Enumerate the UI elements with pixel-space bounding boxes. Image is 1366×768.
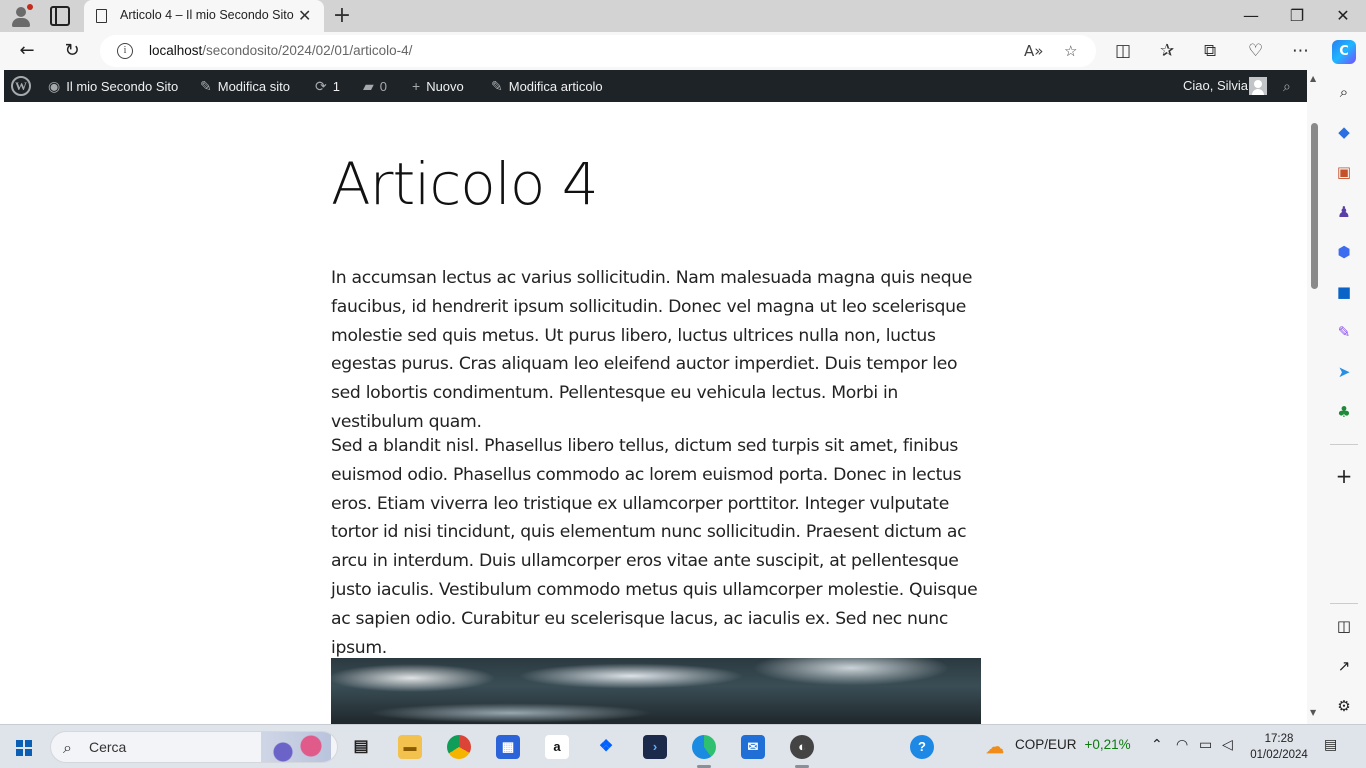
terminal-icon[interactable]: › <box>643 735 667 759</box>
active-tab[interactable]: Articolo 4 – Il mio Secondo Sito ✕ <box>84 0 324 32</box>
profile-icon[interactable] <box>9 4 33 28</box>
file-explorer-icon[interactable]: ▬ <box>398 735 422 759</box>
favorite-star-icon[interactable]: ☆ <box>1064 42 1077 60</box>
windows-start-icon[interactable] <box>16 740 32 756</box>
post-title: Articolo 4 <box>331 150 599 218</box>
admin-customize[interactable]: ✎ Modifica sito <box>200 70 290 102</box>
task-view-icon[interactable]: ▤ <box>349 735 373 759</box>
refresh-button[interactable]: ↻ <box>61 40 83 62</box>
store-icon[interactable]: ▦ <box>496 735 520 759</box>
market-ticker[interactable]: COP/EUR +0,21% <box>1015 737 1131 752</box>
amazon-icon[interactable]: a <box>545 735 569 759</box>
microsoft-365-icon[interactable]: ⬢ <box>1334 242 1354 262</box>
browser-toolbar: ← ↻ i localhost/secondosito/2024/02/01/a… <box>0 32 1366 70</box>
shopping-tag-icon[interactable]: ◆ <box>1334 122 1354 142</box>
sidebar-divider <box>1330 444 1358 445</box>
restore-button[interactable]: ❐ <box>1274 4 1320 28</box>
designer-icon[interactable]: ✎ <box>1334 322 1354 342</box>
back-button[interactable]: ← <box>16 40 38 62</box>
volume-icon[interactable]: ◁ <box>1222 737 1233 753</box>
browser-tab-strip: Articolo 4 – Il mio Secondo Sito ✕ + — ❐… <box>0 0 1366 32</box>
show-hidden-icons[interactable]: ⌃ <box>1151 737 1163 753</box>
clock-time: 17:28 <box>1264 733 1294 745</box>
new-tab-button[interactable]: + <box>330 3 354 29</box>
tab-title: Articolo 4 – Il mio Secondo Sito <box>120 8 294 22</box>
site-info-icon[interactable]: i <box>117 43 133 59</box>
notifications-icon[interactable]: ▤ <box>1324 737 1337 753</box>
admin-site-name[interactable]: ◉ Il mio Secondo Sito <box>48 70 178 102</box>
collections-icon[interactable]: ⧉ <box>1204 41 1216 61</box>
wordpress-logo-icon[interactable]: W <box>11 76 31 96</box>
outlook-icon[interactable]: ■ <box>1334 282 1354 302</box>
windows-taskbar: ⌕ Cerca ▤ ▬ ▦ a ❖ › ✉ ◐ ? ☁ COP/EUR +0,21… <box>0 724 1366 768</box>
minimize-button[interactable]: — <box>1228 4 1274 28</box>
hide-sidebar-icon[interactable]: ◫ <box>1334 616 1354 636</box>
browser-essentials-icon[interactable]: ♡ <box>1248 41 1263 61</box>
close-tab-icon[interactable]: ✕ <box>298 6 311 26</box>
tree-icon[interactable]: ♣ <box>1334 402 1354 422</box>
tools-icon[interactable]: ▣ <box>1334 162 1354 182</box>
battery-icon[interactable]: ▭ <box>1199 737 1212 753</box>
post-paragraph: Sed a blandit nisl. Phasellus libero tel… <box>331 436 978 658</box>
comment-icon: ▰ <box>363 78 374 94</box>
taskbar-search[interactable]: ⌕ Cerca <box>50 731 338 763</box>
close-window-button[interactable]: ✕ <box>1320 4 1366 28</box>
copilot-icon[interactable]: C <box>1332 40 1356 64</box>
favorites-icon[interactable]: ✰ <box>1160 41 1174 61</box>
page-icon <box>96 9 107 23</box>
admin-greeting[interactable]: Ciao, Silvia <box>1183 70 1248 102</box>
pencil-icon: ✎ <box>491 78 503 94</box>
admin-edit-post[interactable]: ✎ Modifica articolo <box>491 70 603 102</box>
help-icon[interactable]: ? <box>910 735 934 759</box>
taskbar-clock[interactable]: 17:28 01/02/2024 <box>1244 731 1314 763</box>
open-external-icon[interactable]: ↗ <box>1334 656 1354 676</box>
brush-icon: ✎ <box>200 78 212 94</box>
scroll-thumb[interactable] <box>1311 123 1318 289</box>
tab-actions-icon[interactable] <box>50 6 70 26</box>
add-sidebar-app-icon[interactable]: + <box>1334 466 1354 486</box>
sidebar-search-icon[interactable]: ⌕ <box>1334 82 1354 102</box>
admin-comments[interactable]: ▰ 0 <box>363 70 387 102</box>
wp-admin-bar: W ◉ Il mio Secondo Sito ✎ Modifica sito ⟳ 1… <box>4 70 1307 102</box>
read-aloud-icon[interactable]: A» <box>1024 42 1043 60</box>
send-icon[interactable]: ➤ <box>1334 362 1354 382</box>
github-icon[interactable]: ◐ <box>790 735 814 759</box>
post-paragraph: In accumsan lectus ac varius sollicitudi… <box>331 268 973 432</box>
dashboard-icon: ◉ <box>48 78 61 94</box>
weather-market-icon[interactable]: ☁ <box>983 735 1007 759</box>
sidebar-divider <box>1330 603 1358 604</box>
sidebar-settings-icon[interactable]: ⚙ <box>1334 696 1354 716</box>
wifi-icon[interactable]: ◠ <box>1176 737 1188 753</box>
search-highlight-image <box>261 732 331 762</box>
search-icon: ⌕ <box>63 738 72 757</box>
games-icon[interactable]: ♟ <box>1334 202 1354 222</box>
plus-icon: + <box>412 78 421 94</box>
page-content: Articolo 4 In accumsan lectus ac varius … <box>4 102 1307 724</box>
split-screen-icon[interactable]: ◫ <box>1115 41 1131 61</box>
notification-dot <box>27 4 33 10</box>
more-menu-icon[interactable]: ⋯ <box>1292 41 1309 61</box>
scroll-up-icon[interactable]: ▲ <box>1310 74 1316 83</box>
clock-date: 01/02/2024 <box>1250 749 1308 761</box>
dropbox-icon[interactable]: ❖ <box>594 735 618 759</box>
admin-updates[interactable]: ⟳ 1 <box>315 70 340 102</box>
url-text[interactable]: localhost/secondosito/2024/02/01/articol… <box>149 43 412 58</box>
search-label: Cerca <box>89 739 127 755</box>
edge-sidebar: ⌕ ◆ ▣ ♟ ⬢ ■ ✎ ➤ ♣ + ◫ ↗ ⚙ <box>1322 70 1366 724</box>
updates-icon: ⟳ <box>315 78 327 94</box>
chrome-icon[interactable] <box>447 735 471 759</box>
address-bar[interactable]: i localhost/secondosito/2024/02/01/artic… <box>100 35 1096 67</box>
mail-icon[interactable]: ✉ <box>741 735 765 759</box>
admin-new[interactable]: + Nuovo <box>412 70 464 102</box>
page-scrollbar[interactable]: ▲ ▼ <box>1307 70 1322 724</box>
avatar[interactable] <box>1249 77 1267 95</box>
post-image <box>331 658 981 724</box>
scroll-down-icon[interactable]: ▼ <box>1310 708 1316 717</box>
admin-search-icon[interactable]: ⌕ <box>1283 70 1297 102</box>
edge-icon[interactable] <box>692 735 716 759</box>
